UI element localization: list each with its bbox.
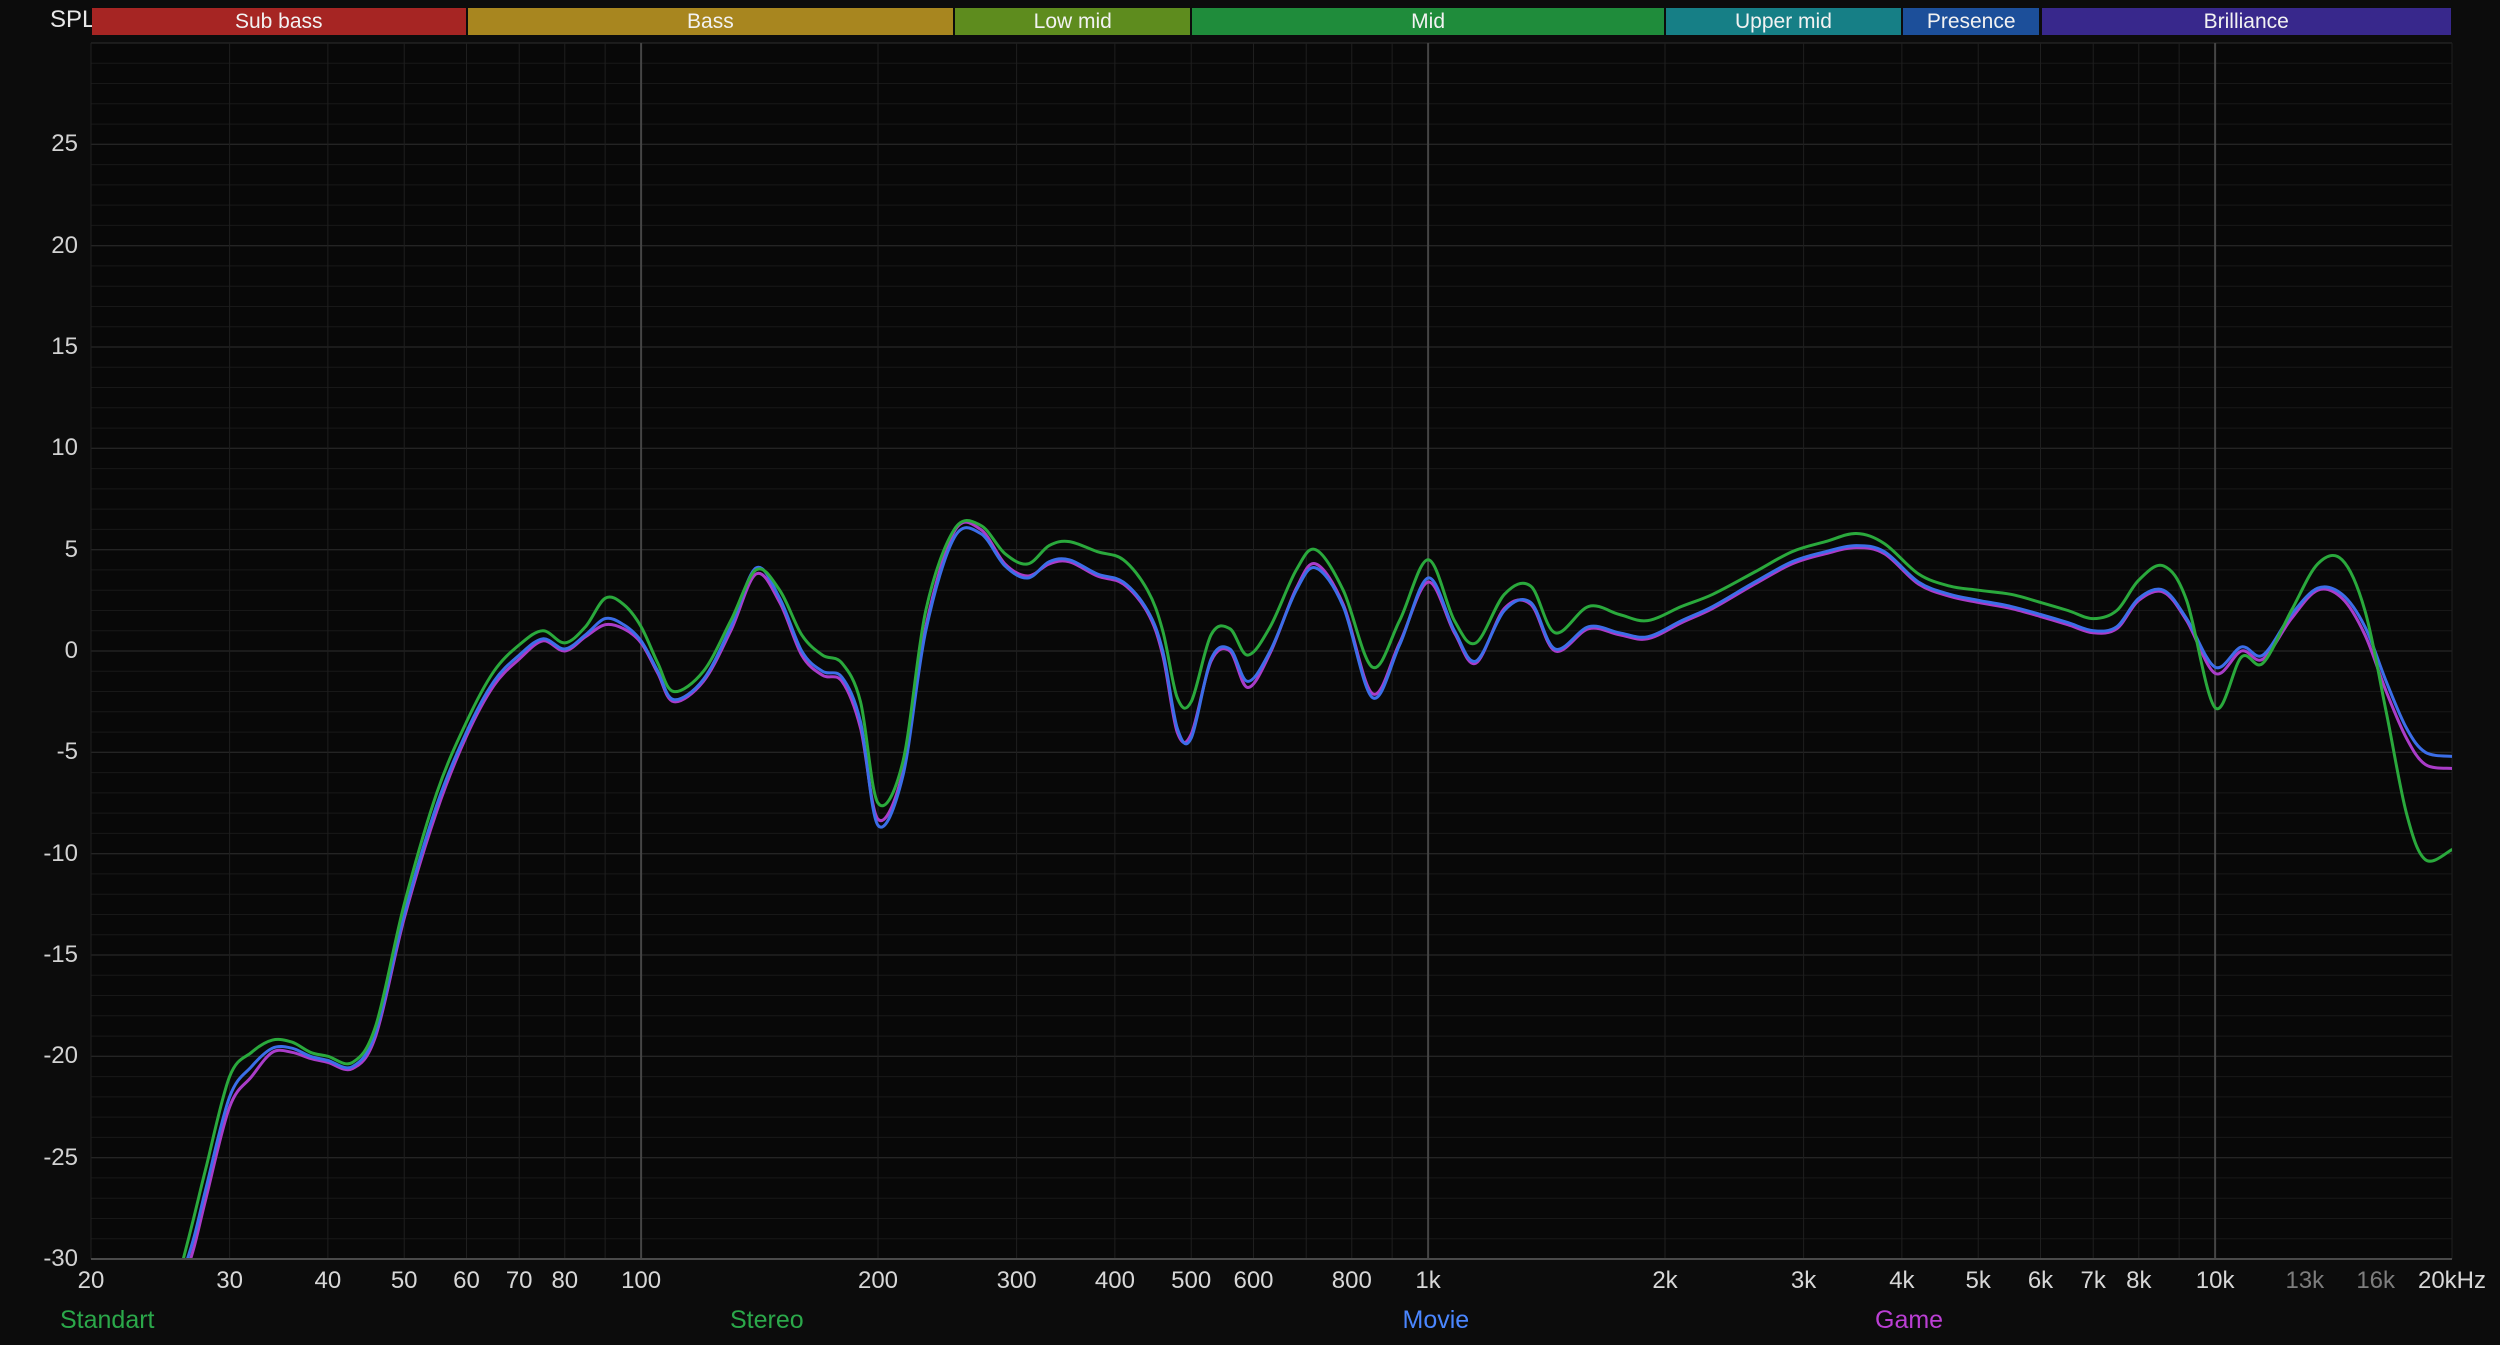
y-tick-label: 0 [64, 637, 78, 664]
y-tick-label: -10 [43, 839, 78, 867]
x-tick-label: 70 [505, 1267, 533, 1294]
x-tick-label: 7k [2080, 1267, 2106, 1294]
legend-item-stereo[interactable]: Stereo [730, 1306, 804, 1335]
legend-item-standart[interactable]: Standart [60, 1306, 155, 1335]
x-tick-label: 10k [2195, 1267, 2235, 1294]
x-tick-label: 100 [621, 1267, 662, 1294]
x-tick-label: 13k [2285, 1267, 2325, 1294]
x-tick-label: 50 [390, 1267, 418, 1294]
x-tick-label: 300 [996, 1267, 1037, 1294]
x-tick-label: 20 [77, 1267, 105, 1294]
plot-area [90, 42, 2453, 1260]
x-tick-label: 16k [2356, 1267, 2396, 1294]
x-tick-label: 400 [1094, 1267, 1135, 1294]
y-tick-label: 20 [51, 231, 78, 259]
y-tick-label: 15 [51, 333, 78, 360]
legend-item-movie[interactable]: Movie [1403, 1306, 1470, 1335]
y-tick-label: -5 [56, 738, 78, 766]
y-tick-label: -30 [43, 1245, 78, 1272]
x-tick-label: 20kHz [2417, 1267, 2487, 1294]
x-tick-label: 6k [2027, 1267, 2054, 1294]
x-tick-label: 4k [1889, 1267, 1915, 1294]
y-tick-label: 10 [51, 434, 78, 462]
y-tick-label: 5 [64, 535, 78, 563]
y-tick-label: -25 [43, 1143, 78, 1171]
x-tick-label: 1k [1415, 1267, 1441, 1294]
x-tick-label: 2k [1652, 1267, 1678, 1294]
x-tick-label: 5k [1965, 1267, 1991, 1294]
page: { "chart": { "y_axis_title": "SPL", "bac… [0, 0, 2500, 1345]
x-tick-label: 500 [1171, 1267, 1212, 1294]
x-tick-label: 200 [857, 1267, 899, 1294]
y-tick-label: -20 [43, 1042, 78, 1070]
x-tick-label: 40 [314, 1267, 342, 1294]
x-tick-label: 30 [216, 1267, 243, 1294]
legend-item-game[interactable]: Game [1875, 1306, 1943, 1335]
x-tick-label: 3k [1790, 1267, 1817, 1294]
x-tick-label: 800 [1331, 1267, 1372, 1294]
x-tick-label: 60 [453, 1267, 480, 1294]
x-tick-label: 80 [551, 1267, 579, 1294]
y-tick-label: -15 [43, 941, 78, 968]
x-tick-label: 600 [1233, 1267, 1274, 1294]
x-tick-label: 8k [2126, 1267, 2152, 1294]
y-tick-label: 25 [51, 130, 78, 158]
